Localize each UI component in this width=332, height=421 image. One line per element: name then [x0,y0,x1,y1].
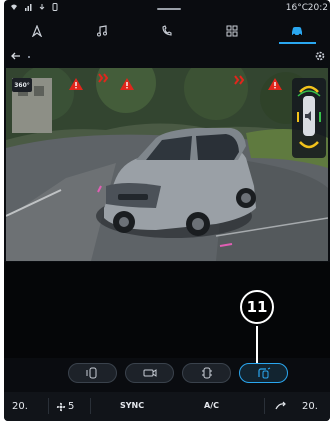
status-icons [10,3,58,11]
divider [90,398,91,414]
camera-icon [143,369,156,377]
sync-button[interactable]: SYNC [120,401,144,410]
obstacle-warning-icon [268,78,282,90]
fan-control[interactable]: 5 [56,401,74,412]
park-assist-button[interactable] [239,363,288,383]
infotainment-screen: 16°C 20:2 360° 11 20. 5 SYNC A/C 20. [4,0,330,421]
obstacle-warning-icon [234,75,245,85]
park-assist-icon [257,367,270,379]
top-view-button[interactable] [182,363,231,383]
side-view-button[interactable] [68,363,117,383]
download-icon [39,4,45,10]
recirculation-button[interactable] [274,401,288,411]
left-temp[interactable]: 20. [12,401,28,412]
signal-icon [25,4,32,11]
phone-icon [162,25,172,36]
car-top-icon [201,367,212,379]
nav-item-navigation[interactable] [4,18,69,44]
parking-sensor-panel[interactable] [292,78,326,158]
view-mode-badge: 360° [12,78,32,92]
controls-area [4,262,330,358]
divider [48,398,49,414]
nav-arrow-icon [31,25,42,37]
callout-line [256,326,258,368]
seat-heat-icon [275,401,286,410]
nav-item-apps[interactable] [200,18,265,44]
toolbar [4,48,330,66]
obstacle-warning-icon [98,73,109,83]
car-side-icon [86,367,96,379]
obstacle-warning-icon [69,78,83,90]
gear-icon[interactable] [314,50,326,62]
rear-camera-button[interactable] [125,363,174,383]
obstacle-warning-icon [120,78,134,90]
nav-item-phone[interactable] [134,18,199,44]
phone-status-icon [52,3,58,11]
fan-speed: 5 [68,401,75,412]
ac-button[interactable]: A/C [204,401,219,410]
music-note-icon [96,25,107,37]
clock: 20:2 [307,3,328,13]
wifi-icon [11,4,17,10]
divider [264,398,265,414]
callout-number: 11 [240,290,274,324]
nav-item-music[interactable] [69,18,134,44]
camera-scene [6,68,328,261]
camera-view-buttons [68,363,288,385]
drag-handle[interactable] [157,8,181,10]
breadcrumb-dot [28,56,30,58]
fan-icon [56,402,66,411]
climate-bar: 20. 5 SYNC A/C 20. [4,392,330,421]
camera-view[interactable] [6,68,328,261]
right-temp[interactable]: 20. [302,401,318,412]
nav-item-vehicle[interactable] [265,18,330,44]
outside-temperature: 16°C [285,3,308,13]
top-nav [4,18,330,44]
back-arrow-icon[interactable] [10,50,22,62]
apps-grid-icon [226,25,238,37]
car-icon [292,27,303,37]
status-bar: 16°C 20:2 [4,0,330,16]
car-top-sensor-icon [297,85,321,149]
